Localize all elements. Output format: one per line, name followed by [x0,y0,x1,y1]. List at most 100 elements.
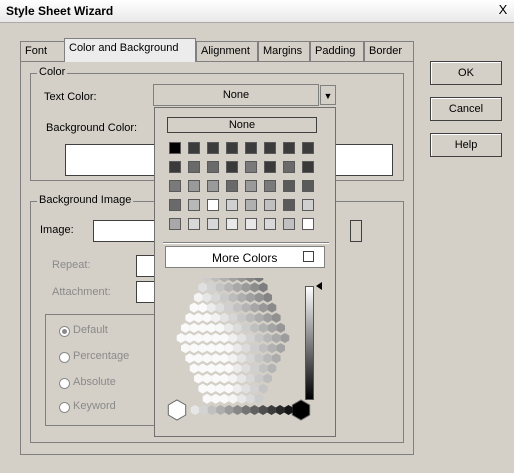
color-hex-cell[interactable] [241,383,251,394]
color-swatch[interactable] [302,161,314,173]
color-hex-cell[interactable] [267,343,277,354]
color-hex-cell[interactable] [207,282,216,293]
color-hex-cell[interactable] [228,312,238,323]
color-hex-cell[interactable] [202,393,212,404]
color-hex-cell[interactable] [215,363,225,374]
black-hex-icon[interactable] [291,399,311,421]
gray-hex-cell[interactable] [216,405,225,415]
color-hex-cell[interactable] [228,393,238,404]
color-hex-cell[interactable] [263,333,272,343]
radio-percentage[interactable] [59,352,70,363]
color-hex-cell[interactable] [241,302,251,313]
color-hex-cell[interactable] [194,292,203,303]
color-hex-cell[interactable] [276,343,285,354]
tab-font[interactable]: Font [20,41,66,61]
color-swatch[interactable] [264,180,276,192]
radio-default[interactable] [59,326,70,337]
color-hex-cell[interactable] [237,353,246,364]
color-hex-cell[interactable] [254,292,264,303]
color-hex-cell[interactable] [250,363,259,374]
color-swatch[interactable] [188,199,200,211]
color-swatch[interactable] [226,180,238,192]
brightness-slider[interactable] [305,286,314,400]
color-hex-cell[interactable] [198,383,207,394]
color-hex-cell[interactable] [263,312,272,323]
color-hex-cell[interactable] [185,353,194,364]
color-hex-cell[interactable] [224,343,233,354]
color-hex-cell[interactable] [280,333,290,343]
color-hex-cell[interactable] [254,393,264,404]
tab-color-and-background[interactable]: Color and Background [64,38,196,62]
color-swatch[interactable] [302,142,314,154]
color-swatch[interactable] [302,218,314,230]
color-hex-cell[interactable] [237,292,246,303]
color-swatch[interactable] [169,142,181,154]
color-hex-cell[interactable] [220,373,229,384]
color-hex-cell[interactable] [233,343,242,354]
color-swatch[interactable] [226,161,238,173]
color-hex-cell[interactable] [272,353,281,364]
color-swatch[interactable] [188,161,200,173]
color-hex-cell[interactable] [224,383,233,394]
color-hex-cell[interactable] [189,343,199,354]
color-hex-cell[interactable] [198,343,207,354]
color-hex-cell[interactable] [211,373,220,384]
color-hex-cell[interactable] [246,333,255,343]
color-hex-cell[interactable] [250,282,259,293]
ok-button[interactable]: OK [430,61,502,85]
color-hex-cell[interactable] [211,353,220,364]
color-swatch[interactable] [188,180,200,192]
color-hex-cell[interactable] [246,278,255,283]
color-hex-cell[interactable] [237,333,246,343]
color-hex-cell[interactable] [207,363,216,374]
color-hex-cell[interactable] [263,373,272,384]
color-hex-cell[interactable] [250,343,259,354]
color-hex-cell[interactable] [267,302,277,313]
color-hex-cell[interactable] [220,353,229,364]
color-hex-cell[interactable] [207,322,216,333]
color-swatch[interactable] [169,218,181,230]
color-hex-cell[interactable] [259,282,268,293]
color-swatch[interactable] [207,218,219,230]
color-swatch[interactable] [169,199,181,211]
gray-hex-cell[interactable] [250,405,259,415]
radio-keyword[interactable] [59,402,70,413]
color-hex-cell[interactable] [207,343,216,354]
color-hex-cell[interactable] [254,353,264,364]
color-hex-cell[interactable] [224,302,233,313]
color-hex-cell[interactable] [220,292,229,303]
gray-hex-cell[interactable] [224,405,234,415]
white-hex-icon[interactable] [167,399,187,421]
color-hex-cell[interactable] [228,353,238,364]
color-hex-cell[interactable] [246,312,255,323]
color-hex-cell[interactable] [254,312,264,323]
color-swatch[interactable] [283,199,295,211]
color-hex-cell[interactable] [228,292,238,303]
color-hex-cell[interactable] [215,343,225,354]
cancel-button[interactable]: Cancel [430,97,502,121]
color-swatch[interactable] [207,161,219,173]
color-hex-cell[interactable] [202,353,212,364]
color-hex-cell[interactable] [194,333,203,343]
color-hex-cell[interactable] [259,383,268,394]
brightness-marker-icon[interactable] [316,282,322,290]
color-hex-cell[interactable] [259,343,268,354]
gray-hex-cell[interactable] [199,405,208,415]
gray-hex-cell[interactable] [233,405,242,415]
gray-hex-cell[interactable] [267,405,276,415]
color-swatch[interactable] [264,199,276,211]
color-swatch[interactable] [245,199,257,211]
color-hex-cell[interactable] [215,282,225,293]
color-swatch[interactable] [188,142,200,154]
color-hex-cell[interactable] [228,373,238,384]
attachment-select[interactable] [136,281,156,303]
more-colors-button[interactable]: More Colors [165,246,325,268]
color-swatch[interactable] [302,180,314,192]
color-hex-cell[interactable] [246,292,255,303]
color-swatch[interactable] [283,142,295,154]
chevron-down-icon[interactable]: ▼ [320,85,336,105]
color-hex-cell[interactable] [246,373,255,384]
color-hex-cell[interactable] [259,363,268,374]
color-hex-cell[interactable] [194,353,203,364]
color-swatch[interactable] [207,142,219,154]
